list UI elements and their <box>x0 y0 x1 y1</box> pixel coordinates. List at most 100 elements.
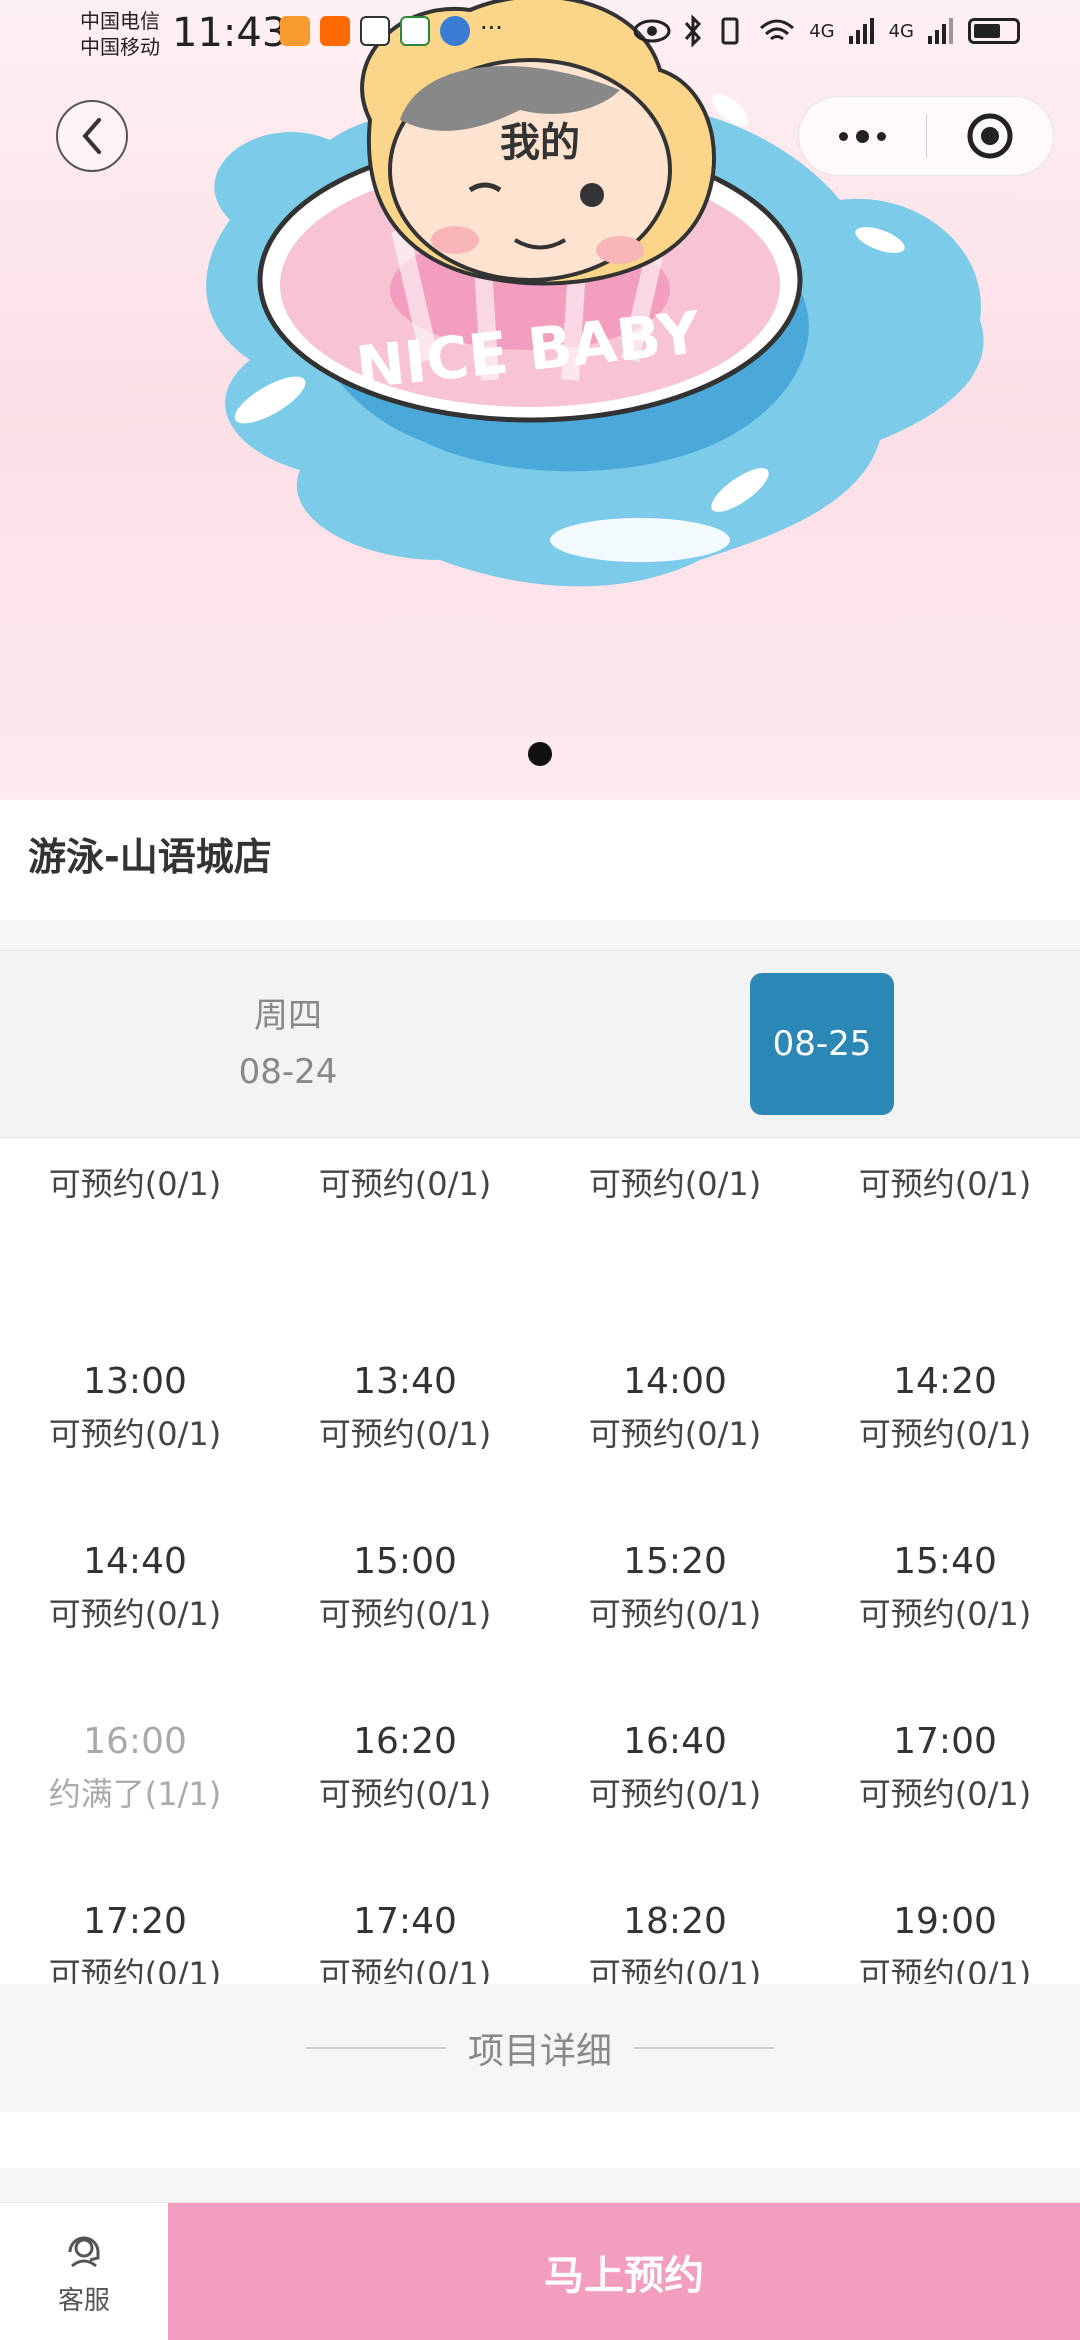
slot-time: 16:40 <box>623 1721 727 1762</box>
time-slot[interactable]: 16:20 可预约(0/1) <box>270 1676 540 1856</box>
slot-time: 14:40 <box>83 1541 187 1582</box>
time-slot[interactable]: 14:40 可预约(0/1) <box>0 1496 270 1676</box>
store-title: 游泳-山语城店 <box>28 835 272 879</box>
slot-time: 15:40 <box>893 1541 997 1582</box>
slot-time: 16:20 <box>353 1721 457 1762</box>
browser-icon <box>440 16 470 46</box>
slot-status: 可预约(0/1) <box>588 1415 762 1453</box>
slot-status: 可预约(0/1) <box>588 1595 762 1633</box>
time-slot[interactable]: 可预约(0/1) <box>540 1136 810 1316</box>
project-details-divider: 项目详细 <box>0 1984 1080 2112</box>
slot-status: 可预约(0/1) <box>318 1415 492 1453</box>
slot-status: 可预约(0/1) <box>588 1165 762 1203</box>
time-slot[interactable]: 可预约(0/1) <box>270 1136 540 1316</box>
status-bar: 中国电信 中国移动 11:43 ··· 4G 4G <box>0 0 1080 70</box>
more-notifications-icon: ··· <box>480 14 503 42</box>
time-slot[interactable]: 13:40 可预约(0/1) <box>270 1316 540 1496</box>
slot-time: 15:20 <box>623 1541 727 1582</box>
date-value: 08-24 <box>238 1052 338 1092</box>
date-tab-08-25[interactable]: 08-25 <box>750 973 894 1115</box>
customer-service-button[interactable]: 客服 <box>0 2203 168 2340</box>
status-time: 11:43 <box>172 10 288 56</box>
slot-time: 15:00 <box>353 1541 457 1582</box>
wifi-icon <box>760 19 795 41</box>
eye-icon <box>633 19 671 43</box>
system-icons: 4G 4G <box>633 14 1020 48</box>
carrier-1: 中国电信 <box>80 9 160 33</box>
sim-icon <box>400 16 430 46</box>
bottom-action-bar: 客服 马上预约 <box>0 2202 1080 2340</box>
slot-time: 13:40 <box>353 1361 457 1402</box>
time-slot[interactable]: 17:00 可预约(0/1) <box>810 1676 1080 1856</box>
time-slot-grid: 可预约(0/1) 可预约(0/1) 可预约(0/1) 可预约(0/1) 13:00 可预约… <box>0 1136 1080 1993</box>
divider-line-left <box>305 2047 446 2049</box>
network-label-2: 4G <box>888 20 914 42</box>
slot-time: 18:20 <box>623 1901 727 1942</box>
more-button[interactable] <box>799 96 926 176</box>
customer-service-label: 客服 <box>57 2285 110 2316</box>
battery-icon <box>968 18 1020 44</box>
slot-time: 17:40 <box>353 1901 457 1942</box>
slot-time: 16:00 <box>83 1721 187 1762</box>
time-slot[interactable]: 13:00 可预约(0/1) <box>0 1316 270 1496</box>
slot-status: 可预约(0/1) <box>588 1775 762 1813</box>
slot-status: 可预约(0/1) <box>318 1595 492 1633</box>
slot-status: 可预约(0/1) <box>48 1415 222 1453</box>
slot-time: 14:00 <box>623 1361 727 1402</box>
slot-status: 可预约(0/1) <box>48 1595 222 1633</box>
vibrate-icon <box>721 17 739 45</box>
section-gap-bottom <box>0 2168 1080 2202</box>
carrier-info: 中国电信 中国移动 <box>80 8 160 60</box>
time-slot[interactable]: 16:40 可预约(0/1) <box>540 1676 810 1856</box>
more-dots-icon-center <box>856 129 869 143</box>
slot-status: 可预约(0/1) <box>858 1165 1032 1203</box>
miniprogram-capsule <box>798 96 1054 176</box>
video-app-icon <box>280 16 310 46</box>
network-label-1: 4G <box>809 20 835 42</box>
carousel-indicator <box>528 742 552 766</box>
slot-time: 14:20 <box>893 1361 997 1402</box>
slot-status: 可预约(0/1) <box>858 1415 1032 1453</box>
close-miniprogram-button[interactable] <box>927 96 1053 176</box>
time-slot[interactable]: 可预约(0/1) <box>0 1136 270 1316</box>
details-content <box>0 2112 1080 2168</box>
date-tab-08-24[interactable]: 周四 08-24 <box>216 973 360 1115</box>
section-gap <box>0 920 1080 950</box>
slot-status: 可预约(0/1) <box>318 1775 492 1813</box>
time-slot[interactable]: 可预约(0/1) <box>810 1136 1080 1316</box>
date-value: 08-25 <box>772 1024 872 1064</box>
signal-icon-2 <box>928 18 953 44</box>
date-selector: 周四 08-24 08-25 <box>0 950 1080 1138</box>
slot-status: 约满了(1/1) <box>48 1775 222 1813</box>
target-icon <box>967 113 1013 159</box>
time-slot[interactable]: 15:00 可预约(0/1) <box>270 1496 540 1676</box>
signal-icon <box>848 18 874 44</box>
hero-banner[interactable]: NICE BABY 我的 <box>0 0 1080 800</box>
hand-icon <box>360 16 390 46</box>
more-dots-icon-right <box>877 131 886 141</box>
time-slot: 16:00 约满了(1/1) <box>0 1676 270 1856</box>
taobao-icon <box>320 16 350 46</box>
divider-line-right <box>634 2047 774 2049</box>
bluetooth-icon <box>685 14 702 48</box>
date-weekday: 周四 <box>254 996 322 1036</box>
slot-time: 13:00 <box>83 1361 187 1402</box>
slot-time: 17:20 <box>83 1901 187 1942</box>
time-slot[interactable]: 15:40 可预约(0/1) <box>810 1496 1080 1676</box>
time-slot[interactable]: 15:20 可预约(0/1) <box>540 1496 810 1676</box>
carrier-2: 中国移动 <box>80 35 160 59</box>
notification-icons: ··· <box>280 16 503 46</box>
slot-time: 19:00 <box>893 1901 997 1942</box>
slot-status: 可预约(0/1) <box>48 1165 222 1203</box>
time-slot[interactable]: 14:00 可预约(0/1) <box>540 1316 810 1496</box>
slot-time: 17:00 <box>893 1721 997 1762</box>
time-slot[interactable]: 14:20 可预约(0/1) <box>810 1316 1080 1496</box>
slot-status: 可预约(0/1) <box>858 1595 1032 1633</box>
more-dots-icon <box>839 131 848 141</box>
slot-status: 可预约(0/1) <box>318 1165 492 1203</box>
nav-bar: 我的 <box>0 90 1080 180</box>
slot-status: 可预约(0/1) <box>858 1775 1032 1813</box>
screen: NICE BABY 我的 中国电信 中国移动 11:43 ··· 4G 4G 游… <box>0 0 1080 2340</box>
project-details-label: 项目详细 <box>467 2031 612 2072</box>
book-now-button[interactable]: 马上预约 <box>168 2203 1080 2340</box>
